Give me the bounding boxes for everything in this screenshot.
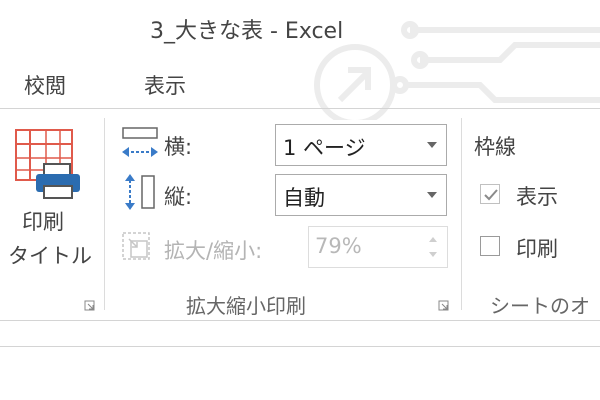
scale-spinner: 79% <box>308 226 448 268</box>
width-arrows-icon <box>122 127 158 157</box>
height-dropdown[interactable]: 自動 <box>275 174 447 216</box>
dialog-launcher-icon[interactable] <box>84 300 95 311</box>
height-value: 自動 <box>283 186 325 210</box>
chevron-down-icon <box>427 192 437 198</box>
print-titles-icon <box>15 129 80 199</box>
formula-bar-divider <box>0 346 600 347</box>
group-separator <box>461 118 462 310</box>
title-bar: 3_大きな表 - Excel <box>0 0 600 120</box>
gridlines-label: 枠線 <box>474 135 516 159</box>
tab-review[interactable]: 校閲 <box>24 70 66 100</box>
chevron-down-icon <box>427 142 437 148</box>
spin-down-icon <box>429 252 437 257</box>
window-title: 3_大きな表 - Excel <box>150 19 344 44</box>
width-label: 横: <box>164 135 193 159</box>
width-value: 1 ページ <box>283 136 366 160</box>
scale-label: 拡大/縮小: <box>164 239 263 263</box>
watermark-circuit-icon <box>314 21 600 120</box>
group-separator <box>104 118 105 310</box>
gridlines-view-label: 表示 <box>516 185 558 209</box>
gridlines-view-checkbox[interactable] <box>480 184 500 204</box>
ribbon-bottom-border <box>0 320 600 321</box>
height-arrows-icon <box>125 174 155 210</box>
dialog-launcher-icon[interactable] <box>438 300 449 311</box>
tab-view[interactable]: 表示 <box>144 70 186 100</box>
width-dropdown[interactable]: 1 ページ <box>275 124 447 166</box>
scale-value: 79% <box>315 234 362 258</box>
gridlines-print-label: 印刷 <box>516 237 558 261</box>
ribbon-top-border <box>0 108 600 109</box>
height-label: 縦: <box>164 185 193 209</box>
gridlines-print-checkbox[interactable] <box>480 236 500 256</box>
scale-to-fit-group-label: 拡大縮小印刷 <box>186 294 306 318</box>
spin-up-icon <box>429 237 437 242</box>
print-titles-button[interactable]: 印刷 タイトル <box>4 124 94 274</box>
print-titles-label-line2: タイトル <box>8 244 92 268</box>
print-titles-label-line1: 印刷 <box>22 210 64 234</box>
scale-icon <box>122 232 150 260</box>
checkmark-icon <box>484 189 498 201</box>
sheet-options-group-label: シートのオ <box>490 294 590 318</box>
